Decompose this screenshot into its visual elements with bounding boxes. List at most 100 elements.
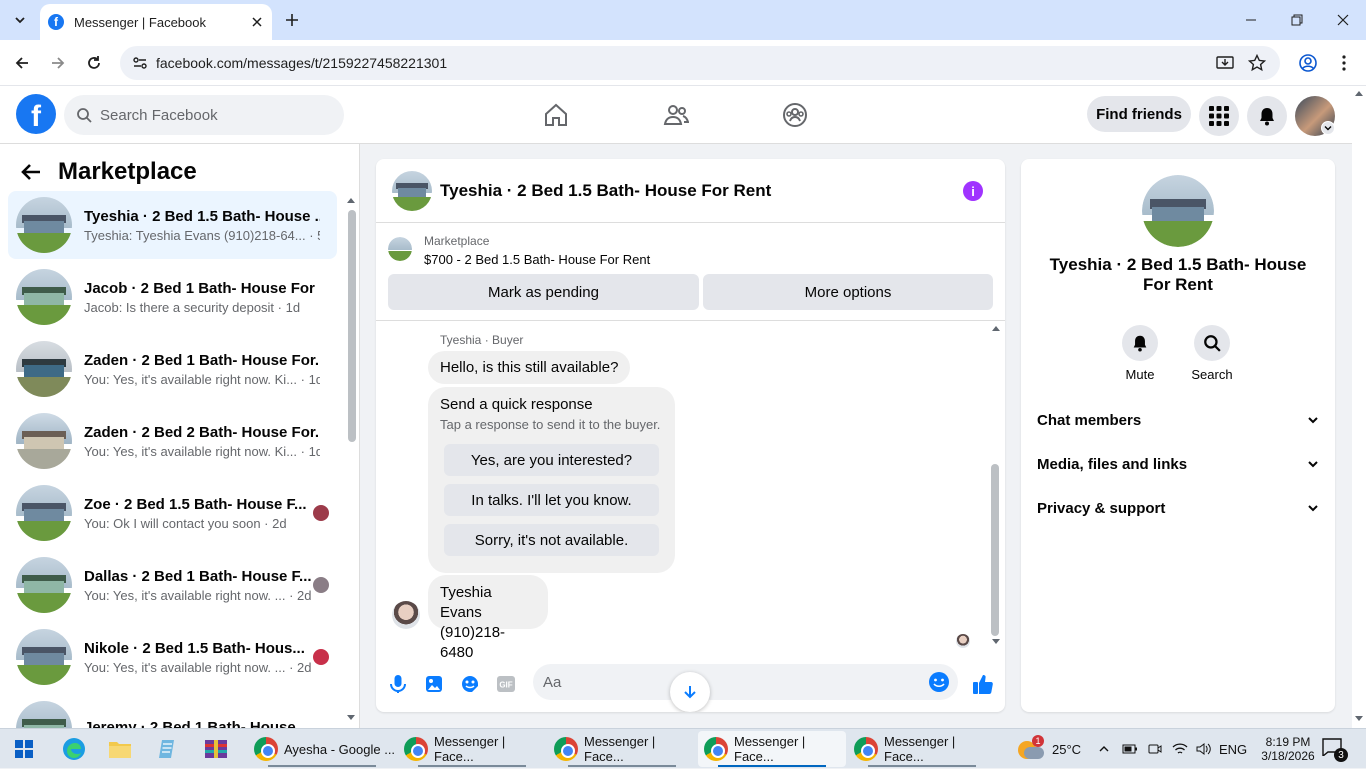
notification-center[interactable]: 3 bbox=[1322, 729, 1348, 769]
scrollbar-thumb[interactable] bbox=[348, 210, 356, 442]
taskbar-app-messenger-4[interactable]: Messenger | Face... bbox=[848, 731, 996, 767]
chat-title[interactable]: Tyeshia · 2 Bed 1.5 Bath- House For Rent bbox=[440, 181, 771, 201]
taskbar-app-messenger-3[interactable]: Messenger | Face... bbox=[698, 731, 846, 767]
scroll-up-icon[interactable] bbox=[1355, 90, 1363, 96]
tab-close-button[interactable] bbox=[246, 11, 268, 33]
install-app-icon[interactable] bbox=[1216, 54, 1234, 72]
omnibox[interactable]: facebook.com/messages/t/2159227458221301 bbox=[120, 46, 1280, 80]
groups-nav[interactable] bbox=[779, 99, 811, 131]
taskbar-app-messenger-2[interactable]: Messenger | Face... bbox=[548, 731, 696, 767]
wifi-icon[interactable] bbox=[1172, 742, 1188, 756]
taskbar-app-messenger-1[interactable]: Messenger | Face... bbox=[398, 731, 546, 767]
scroll-to-bottom-button[interactable] bbox=[670, 672, 710, 712]
conversation-item[interactable]: Zaden · 2 Bed 1 Bath- House For... You: Y… bbox=[8, 335, 337, 403]
search-action[interactable]: Search bbox=[1177, 325, 1247, 382]
menu-button[interactable] bbox=[1199, 96, 1239, 136]
tab-search-button[interactable] bbox=[8, 8, 32, 32]
listing-mini-thumbnail bbox=[388, 237, 412, 261]
restore-button[interactable] bbox=[1274, 0, 1320, 40]
chat-scrollbar[interactable] bbox=[988, 324, 1002, 649]
chevron-down-icon bbox=[15, 17, 25, 24]
conversation-info-icon[interactable]: i bbox=[963, 181, 983, 201]
back-button[interactable] bbox=[10, 51, 34, 75]
facebook-logo[interactable]: f bbox=[16, 94, 56, 134]
facebook-search[interactable] bbox=[64, 95, 344, 135]
chat-members-section[interactable]: Chat members bbox=[1037, 400, 1319, 440]
listing-thumbnail bbox=[16, 485, 72, 541]
friends-nav[interactable] bbox=[660, 99, 692, 131]
browser-tab[interactable]: f Messenger | Facebook bbox=[40, 4, 272, 40]
quick-reply-not-available-button[interactable]: Sorry, it's not available. bbox=[444, 524, 659, 556]
emoji-icon[interactable] bbox=[928, 671, 950, 693]
listing-price-title[interactable]: $700 - 2 Bed 1.5 Bath- House For Rent bbox=[424, 252, 650, 267]
close-window-button[interactable] bbox=[1320, 0, 1366, 40]
new-tab-button[interactable] bbox=[280, 8, 304, 32]
reload-button[interactable] bbox=[82, 51, 106, 75]
file-explorer-taskbar-icon[interactable] bbox=[104, 733, 136, 765]
scroll-down-icon[interactable] bbox=[1355, 716, 1363, 722]
home-nav[interactable] bbox=[540, 99, 572, 131]
voice-clip-button[interactable] bbox=[386, 672, 410, 696]
sticker-button[interactable] bbox=[458, 672, 482, 696]
quick-reply-in-talks-button[interactable]: In talks. I'll let you know. bbox=[444, 484, 659, 516]
message-bubble[interactable]: Hello, is this still available? bbox=[428, 351, 631, 384]
conversation-item[interactable]: Jeremy · 2 Bed 1 Bath- House ... bbox=[8, 695, 337, 728]
minimize-button[interactable] bbox=[1228, 0, 1274, 40]
mark-as-pending-button[interactable]: Mark as pending bbox=[388, 274, 699, 310]
message-input[interactable] bbox=[543, 673, 903, 691]
conversation-snippet: Tyeshia: Tyeshia Evans (910)218-64... · … bbox=[84, 227, 320, 243]
conversation-item[interactable]: Tyeshia · 2 Bed 1.5 Bath- House ... Tyesh… bbox=[8, 191, 337, 259]
conversation-item[interactable]: Zoe · 2 Bed 1.5 Bath- House F... You: Ok … bbox=[8, 479, 337, 547]
notepad-taskbar-icon[interactable] bbox=[152, 733, 184, 765]
privacy-support-section[interactable]: Privacy & support bbox=[1037, 488, 1319, 528]
clock[interactable]: 8:19 PM 3/18/2026 bbox=[1260, 729, 1316, 769]
attach-photo-button[interactable] bbox=[422, 672, 446, 696]
scroll-up-icon[interactable] bbox=[346, 196, 356, 204]
edge-taskbar-icon[interactable] bbox=[58, 733, 90, 765]
conversation-name: Dallas · 2 Bed 1 Bath- House F... bbox=[84, 567, 312, 585]
message-input-box[interactable] bbox=[533, 664, 958, 700]
scroll-down-icon[interactable] bbox=[991, 638, 1001, 646]
weather-widget[interactable]: 1 25°C bbox=[1016, 729, 1081, 769]
url-text[interactable]: facebook.com/messages/t/2159227458221301 bbox=[156, 55, 447, 71]
gif-icon: GIF bbox=[497, 676, 515, 692]
bookmark-star-icon[interactable] bbox=[1248, 54, 1266, 72]
volume-icon[interactable] bbox=[1196, 742, 1212, 756]
meet-now-icon[interactable] bbox=[1148, 742, 1162, 756]
conversation-item[interactable]: Zaden · 2 Bed 2 Bath- House For... You: Y… bbox=[8, 407, 337, 475]
site-info-icon[interactable] bbox=[132, 55, 148, 71]
page-scrollbar[interactable] bbox=[1352, 86, 1366, 728]
taskbar-app-chrome-ayesha[interactable]: Ayesha - Google ... bbox=[248, 731, 396, 767]
scrollbar-thumb[interactable] bbox=[991, 464, 999, 636]
search-input[interactable] bbox=[100, 106, 320, 124]
scroll-down-icon[interactable] bbox=[346, 714, 356, 722]
input-language[interactable]: ENG bbox=[1219, 729, 1247, 769]
browser-menu-button[interactable] bbox=[1332, 51, 1356, 75]
media-files-links-section[interactable]: Media, files and links bbox=[1037, 444, 1319, 484]
more-options-button[interactable]: More options bbox=[703, 274, 993, 310]
mute-action[interactable]: Mute bbox=[1105, 325, 1175, 382]
winrar-taskbar-icon[interactable] bbox=[200, 733, 232, 765]
start-button[interactable] bbox=[8, 733, 40, 765]
like-button[interactable] bbox=[971, 672, 995, 696]
sidebar-scrollbar[interactable] bbox=[346, 196, 356, 720]
profile-button[interactable] bbox=[1296, 51, 1320, 75]
forward-button[interactable] bbox=[46, 51, 70, 75]
message-bubble[interactable]: Tyeshia Evans (910)218-6480 bbox=[428, 575, 548, 661]
conversation-item[interactable]: Dallas · 2 Bed 1 Bath- House F... You: Ye… bbox=[8, 551, 337, 619]
chevron-up-icon[interactable] bbox=[1098, 743, 1110, 755]
find-friends-button[interactable]: Find friends bbox=[1087, 96, 1191, 132]
gif-button[interactable]: GIF bbox=[494, 672, 518, 696]
conversation-item[interactable]: Nikole · 2 Bed 1.5 Bath- Hous... You: Yes… bbox=[8, 623, 337, 691]
quick-response-title: Send a quick response bbox=[440, 396, 593, 413]
buyer-avatar[interactable] bbox=[392, 601, 420, 629]
account-dropdown[interactable] bbox=[1321, 121, 1335, 135]
chat-listing-thumbnail[interactable] bbox=[392, 170, 432, 211]
back-arrow-icon[interactable] bbox=[20, 161, 42, 183]
quick-reply-yes-button[interactable]: Yes, are you interested? bbox=[444, 444, 659, 476]
scroll-up-icon[interactable] bbox=[991, 324, 1001, 332]
battery-icon[interactable] bbox=[1122, 744, 1138, 754]
conversation-item[interactable]: Jacob · 2 Bed 1 Bath- House For ... Jacob… bbox=[8, 263, 337, 331]
search-icon bbox=[1204, 335, 1221, 352]
notifications-button[interactable] bbox=[1247, 96, 1287, 136]
